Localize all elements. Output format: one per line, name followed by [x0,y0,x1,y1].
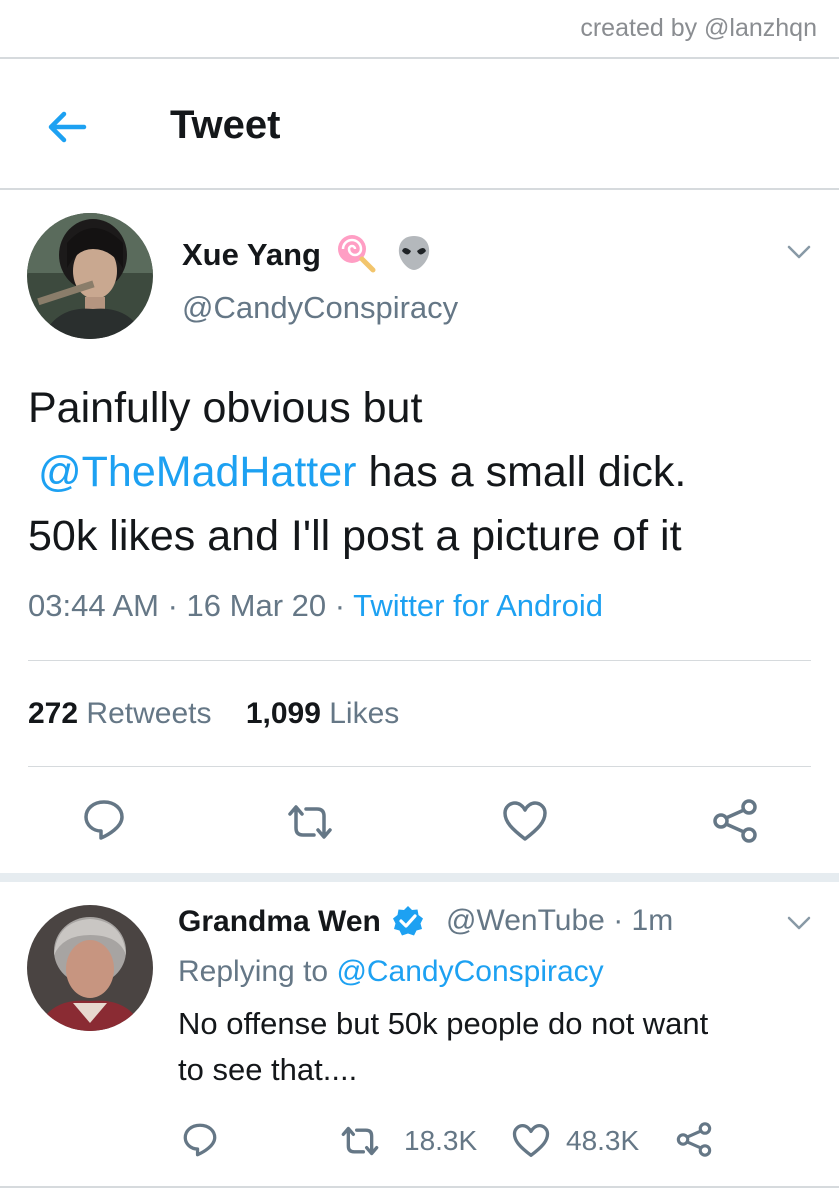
likes-label: Likes [329,697,400,730]
divider [0,188,839,190]
divider [0,873,839,882]
separator-dot: · [604,904,632,937]
reply-icon[interactable] [182,1122,218,1158]
reply-text: No offense but 50k people do not want to… [178,1001,818,1093]
divider [0,1186,839,1188]
tweet-line-2-rest: has a small dick. [356,448,687,496]
share-icon[interactable] [712,799,758,843]
reply-retweet-count: 18.3K [404,1125,478,1156]
retweets-count: 272 [28,697,79,730]
retweets-stat[interactable]: 272 Retweets [28,697,211,730]
chevron-down-icon[interactable] [786,243,812,261]
divider [28,766,811,767]
tweet-source-link[interactable]: Twitter for Android [353,588,603,623]
share-icon[interactable] [676,1122,712,1157]
lollipop-icon [337,235,376,273]
tweet-text: Painfully obvious but @TheMadHatter has … [28,376,828,568]
watermark: created by @lanzhqn [580,14,817,42]
likes-stat[interactable]: 1,099 Likes [246,697,399,730]
tweet-time: 03:44 AM [28,588,159,623]
arrow-left-icon[interactable] [44,105,88,149]
retweet-icon[interactable] [340,1124,380,1158]
replying-label: Replying to [178,955,329,988]
alien-icon [399,236,430,270]
tweet-line-3: 50k likes and I'll post a picture of it [28,512,682,560]
separator-dot: · [167,588,187,623]
retweets-label: Retweets [86,697,212,730]
reply-icon[interactable] [82,798,126,842]
reply-time: 1m [631,904,674,937]
tweet-date: 16 Mar 20 [186,588,327,623]
reply-author-name-text: Grandma Wen [178,905,381,938]
page-title: Tweet [170,103,281,147]
mention-link[interactable]: @TheMadHatter [38,448,357,496]
author-name-text: Xue Yang [182,237,321,272]
header-bar: Tweet [0,95,839,159]
divider [28,660,811,661]
avatar[interactable] [27,213,153,339]
reply-author-handle[interactable]: @WenTube [446,904,605,937]
tweet-meta: 03:44 AM · 16 Mar 20 · Twitter for Andro… [28,588,603,624]
separator-dot: · [334,588,354,623]
author-handle[interactable]: @CandyConspiracy [182,290,458,326]
likes-count: 1,099 [245,697,321,730]
tweet-line-2: @TheMadHatter has a small dick. [28,440,828,504]
reply-line-1: No offense but 50k people do not want [178,1006,709,1041]
chevron-down-icon[interactable] [786,914,812,932]
replying-to: Replying to @CandyConspiracy [178,955,604,989]
tweet-line-1: Painfully obvious but [28,384,423,432]
author-name[interactable]: Xue Yang [182,233,434,273]
reply-handle-time: @WenTube · 1m [446,904,673,938]
replying-handle-link[interactable]: @CandyConspiracy [336,955,603,988]
like-icon[interactable] [512,1123,550,1158]
like-icon[interactable] [502,800,548,842]
reply-author-name[interactable]: Grandma Wen [178,904,425,939]
tweet-stats: 272 Retweets 1,099 Likes [28,697,399,731]
avatar[interactable] [27,905,153,1031]
reply-like-count: 48.3K [566,1125,640,1156]
retweet-icon[interactable] [286,802,334,842]
reply-line-2: to see that.... [178,1052,358,1087]
verified-badge-icon [393,906,424,936]
divider [0,57,839,59]
